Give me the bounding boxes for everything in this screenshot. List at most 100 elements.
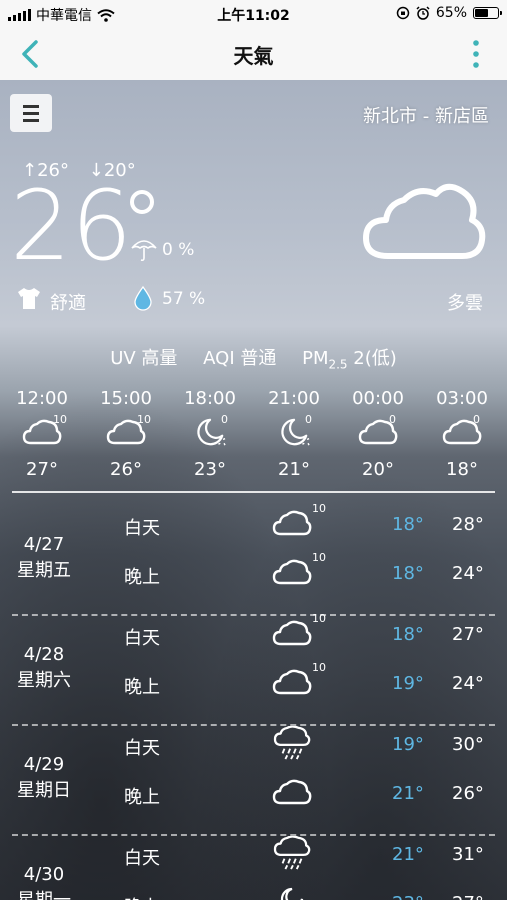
divider: [12, 491, 495, 493]
cloud-icon: [272, 555, 312, 593]
high-temp: 28°: [452, 514, 484, 535]
hour-time: 00:00: [352, 388, 404, 409]
forecast-night-row: 晚上 10 18° 24°: [0, 551, 507, 595]
precip-chance: 10: [312, 612, 326, 625]
forecast-day-row: 白天 19° 30°: [0, 725, 507, 766]
hourly-item: 03:00 0 18°: [420, 380, 504, 480]
low-temp: 21°: [392, 783, 424, 804]
hour-temp: 26°: [110, 459, 142, 480]
precip-chance: 0: [221, 413, 228, 426]
precip-chance: 10: [312, 661, 326, 674]
pm-value: 2(低): [347, 348, 397, 369]
pm-sub: 2.5: [328, 357, 348, 372]
period-label: 晚上: [124, 787, 160, 808]
hourly-item: 18:00 0 23°: [168, 380, 252, 480]
comfort-label: 舒適: [50, 293, 86, 314]
high-temp: 27°: [452, 893, 484, 900]
humidity-value: 57 %: [162, 289, 206, 309]
low-temp: 18°: [392, 514, 424, 535]
cloudy-icon: [363, 183, 486, 259]
precip-chance: 10: [312, 551, 326, 564]
moon-cloud-icon: [272, 885, 312, 900]
daily-forecast-item: 4/29 星期日 白天 19° 30° 晚上 21° 26°: [0, 720, 507, 830]
rotation-lock-icon: [396, 6, 410, 20]
shirt-icon: [18, 288, 40, 309]
rain-cloud-icon: [272, 835, 312, 874]
cloud-icon: [272, 506, 312, 544]
cloud-icon: [272, 775, 312, 813]
low-temp: 19°: [392, 673, 424, 694]
period-label: 晚上: [124, 677, 160, 698]
low-temp: 21°: [392, 844, 424, 865]
precip-chance: 10: [312, 502, 326, 515]
hour-time: 18:00: [184, 388, 236, 409]
forecast-night-row: 晚上 23° 27°: [0, 885, 507, 900]
degree-symbol: [130, 190, 154, 214]
period-label: 晚上: [124, 567, 160, 588]
high-temp: 24°: [452, 673, 484, 694]
high-temp: 27°: [452, 624, 484, 645]
low-temp: 18°: [392, 624, 424, 645]
forecast-day-row: 白天 21° 31°: [0, 835, 507, 876]
menu-button[interactable]: [10, 94, 52, 132]
high-temp: 24°: [452, 563, 484, 584]
alarm-icon: [416, 6, 430, 20]
location-label[interactable]: 新北市 - 新店區: [363, 102, 489, 128]
hourly-forecast: 12:00 10 27° 15:00 10 26° 18:00 0 23° 21:00 0 21° 00…: [0, 380, 507, 490]
pm-label: PM: [302, 348, 329, 369]
current-temperature: 26: [10, 170, 133, 282]
cloud-icon: [272, 616, 312, 654]
hour-time: 12:00: [16, 388, 68, 409]
hour-time: 21:00: [268, 388, 320, 409]
period-label: 白天: [124, 738, 160, 759]
pm25-index: PM2.5 2(低): [302, 348, 397, 372]
hour-time: 15:00: [100, 388, 152, 409]
hour-temp: 23°: [194, 459, 226, 480]
hour-time: 03:00: [436, 388, 488, 409]
air-indices: UV 高量 AQI 普通 PM2.5 2(低): [0, 344, 507, 372]
daily-forecast-item: 4/30星期一白天21°31°晚上23°27°: [0, 830, 507, 900]
page-title: 天氣: [233, 44, 274, 68]
hour-temp: 18°: [446, 459, 478, 480]
hourly-item: 21:00 0 21°: [252, 380, 336, 480]
period-label: 白天: [124, 518, 160, 539]
hour-temp: 27°: [26, 459, 58, 480]
precip-chance: 0: [389, 413, 396, 426]
aqi-index: AQI 普通: [203, 348, 277, 369]
daily-forecast-item: 4/28 星期六 白天 10 18° 27° 晚上 10 19° 24°: [0, 610, 507, 720]
condition-label: 多雲: [447, 293, 483, 314]
high-temp: 26°: [452, 783, 484, 804]
high-temp: 31°: [452, 844, 484, 865]
hour-temp: 20°: [362, 459, 394, 480]
weather-panel: 新北市 - 新店區 ↑26° ↓20° 26 0 % 舒適 57 % 多雲 UV…: [0, 80, 507, 900]
forecast-night-row: 晚上 21° 26°: [0, 775, 507, 815]
precip-chance: 0: [305, 413, 312, 426]
precip-chance: 10: [137, 413, 151, 426]
water-drop-icon: [134, 285, 152, 311]
uv-index: UV 高量: [110, 348, 178, 369]
rain-chance: 0 %: [162, 240, 195, 260]
forecast-day-row: 白天 10 18° 27°: [0, 612, 507, 656]
precip-chance: 0: [473, 413, 480, 426]
navigation-bar: 天氣: [0, 28, 507, 81]
more-options-icon[interactable]: [471, 38, 481, 70]
precip-chance: 10: [53, 413, 67, 426]
battery-percent: 65%: [435, 5, 467, 21]
status-bar: 中華電信 上午11:02 65%: [0, 0, 507, 28]
period-label: 晚上: [124, 893, 160, 900]
hourly-item: 00:00 0 20°: [336, 380, 420, 480]
battery-icon: [473, 7, 502, 19]
low-temp: 19°: [392, 734, 424, 755]
rain-cloud-icon: [272, 725, 312, 764]
cloud-icon: [272, 665, 312, 703]
hourly-item: 12:00 10 27°: [0, 380, 84, 480]
forecast-day-row: 白天 10 18° 28°: [0, 502, 507, 546]
high-temp: 30°: [452, 734, 484, 755]
period-label: 白天: [124, 848, 160, 869]
low-temp: 23°: [392, 893, 424, 900]
period-label: 白天: [124, 628, 160, 649]
hourly-item: 15:00 10 26°: [84, 380, 168, 480]
forecast-night-row: 晚上 10 19° 24°: [0, 661, 507, 705]
umbrella-icon: [131, 240, 157, 262]
daily-forecast-item: 4/27 星期五 白天 10 18° 28° 晚上 10 18° 24°: [0, 500, 507, 610]
